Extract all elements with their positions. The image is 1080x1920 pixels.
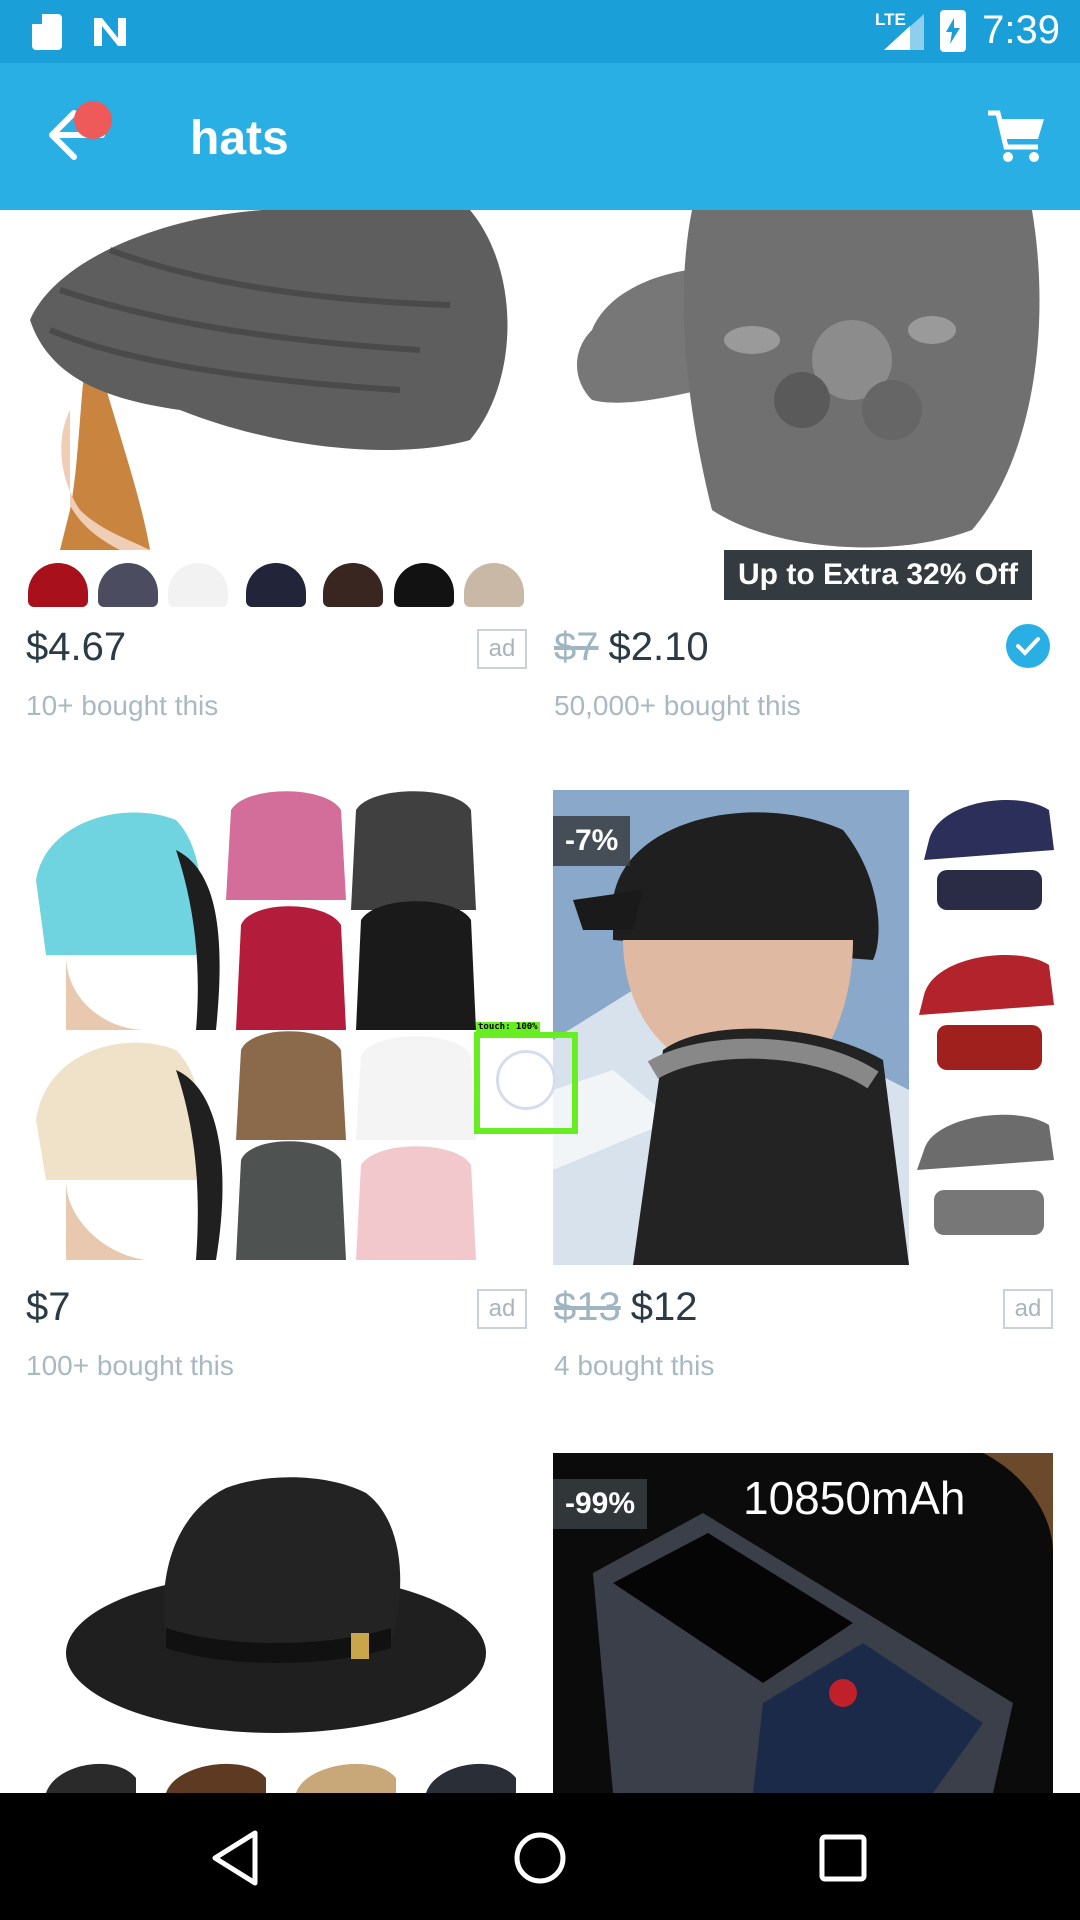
color-swatch[interactable] xyxy=(464,563,524,607)
product-card[interactable] xyxy=(0,1453,540,1793)
color-swatch[interactable] xyxy=(394,563,454,607)
price: $2.10 xyxy=(608,625,709,669)
promo-banner: Up to Extra 32% Off xyxy=(724,550,1033,600)
image-caption: 10850mAh xyxy=(743,1472,966,1524)
price-row: $7 xyxy=(26,1285,71,1335)
product-card[interactable]: 10850mAh -99% xyxy=(540,1453,1080,1793)
signal-icon xyxy=(884,14,924,50)
product-card[interactable]: Up to Extra 32% Off $7 $2.10 50,000+ boug… xyxy=(540,210,1080,770)
back-icon[interactable] xyxy=(200,1823,270,1893)
sold-count: 100+ bought this xyxy=(26,1350,234,1381)
price-row: $4.67 xyxy=(26,625,126,675)
price: $12 xyxy=(630,1285,698,1329)
ad-badge: ad xyxy=(477,1289,527,1329)
recents-icon[interactable] xyxy=(808,1823,878,1893)
ad-badge: ad xyxy=(1003,1289,1053,1329)
app-bar: hats xyxy=(0,63,1080,210)
touch-circle xyxy=(496,1050,556,1110)
sold-count: 10+ bought this xyxy=(26,690,219,721)
verified-check-icon xyxy=(1006,624,1050,668)
discount-badge: -99% xyxy=(553,1479,648,1529)
battery-icon xyxy=(940,10,966,52)
product-card[interactable]: $7 ad 100+ bought this xyxy=(0,790,540,1381)
product-card[interactable]: $4.67 ad 10+ bought this xyxy=(0,210,540,770)
sold-count: 50,000+ bought this xyxy=(554,690,801,721)
color-swatch[interactable] xyxy=(323,563,383,607)
price-row: $7 $2.10 xyxy=(554,625,709,675)
clock: 7:39 xyxy=(982,8,1060,52)
product-thumbnails xyxy=(909,790,1080,1265)
ad-badge: ad xyxy=(477,629,527,669)
system-nav-bar xyxy=(0,1793,1080,1920)
original-price: $7 xyxy=(554,625,599,669)
cart-icon[interactable] xyxy=(986,107,1046,167)
color-swatch[interactable] xyxy=(98,563,158,607)
price: $7 xyxy=(26,1285,71,1329)
original-price: $13 xyxy=(554,1285,621,1329)
page-title: hats xyxy=(190,112,289,165)
color-swatches xyxy=(28,555,528,611)
product-grid: $4.67 ad 10+ bought this Up to Extra 32%… xyxy=(0,210,1080,1793)
sd-card-icon xyxy=(32,14,62,50)
notification-dot xyxy=(74,101,112,139)
price-row: $13 $12 xyxy=(554,1285,698,1335)
home-icon[interactable] xyxy=(505,1823,575,1893)
color-swatch[interactable] xyxy=(246,563,306,607)
discount-badge: -7% xyxy=(553,816,631,866)
touch-label: touch: 100% xyxy=(476,1022,540,1032)
status-bar: LTE 7:39 xyxy=(0,0,1080,63)
color-swatch[interactable] xyxy=(28,563,88,607)
color-swatch[interactable] xyxy=(168,563,228,607)
notification-n-icon xyxy=(94,18,126,46)
product-image xyxy=(26,790,526,1265)
sold-count: 4 bought this xyxy=(554,1350,715,1381)
price: $4.67 xyxy=(26,625,127,669)
product-image xyxy=(0,210,540,550)
product-card[interactable]: -7% $13 $12 ad 4 bought this xyxy=(540,790,1080,1381)
product-image xyxy=(26,1453,526,1793)
